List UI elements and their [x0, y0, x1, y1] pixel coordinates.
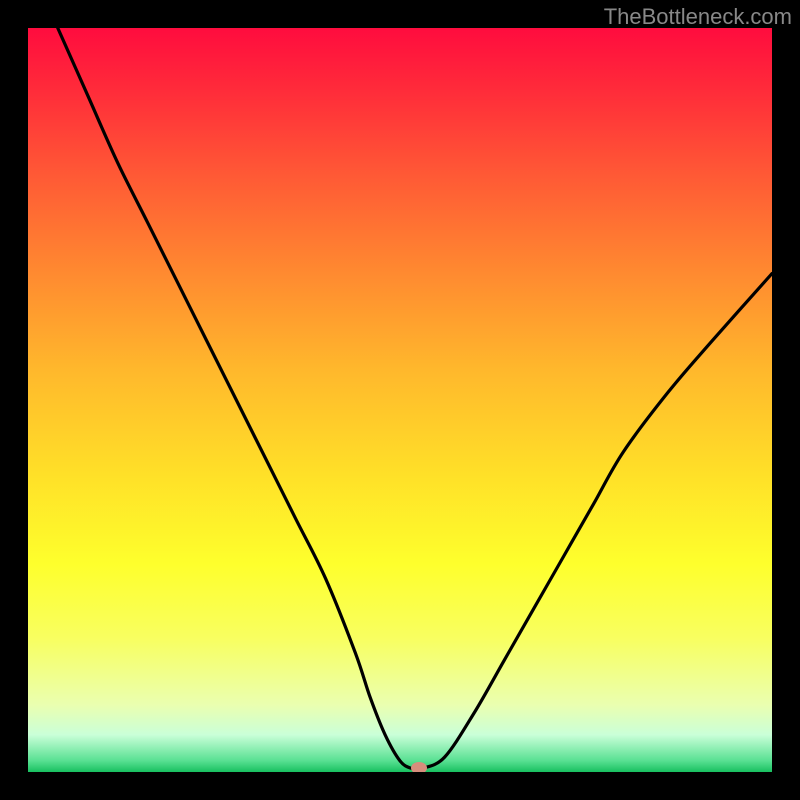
optimal-point-marker: [411, 762, 427, 772]
watermark-text: TheBottleneck.com: [604, 4, 792, 30]
bottleneck-curve-svg: [28, 28, 772, 772]
bottleneck-curve-line: [58, 28, 772, 769]
plot-area: [28, 28, 772, 772]
